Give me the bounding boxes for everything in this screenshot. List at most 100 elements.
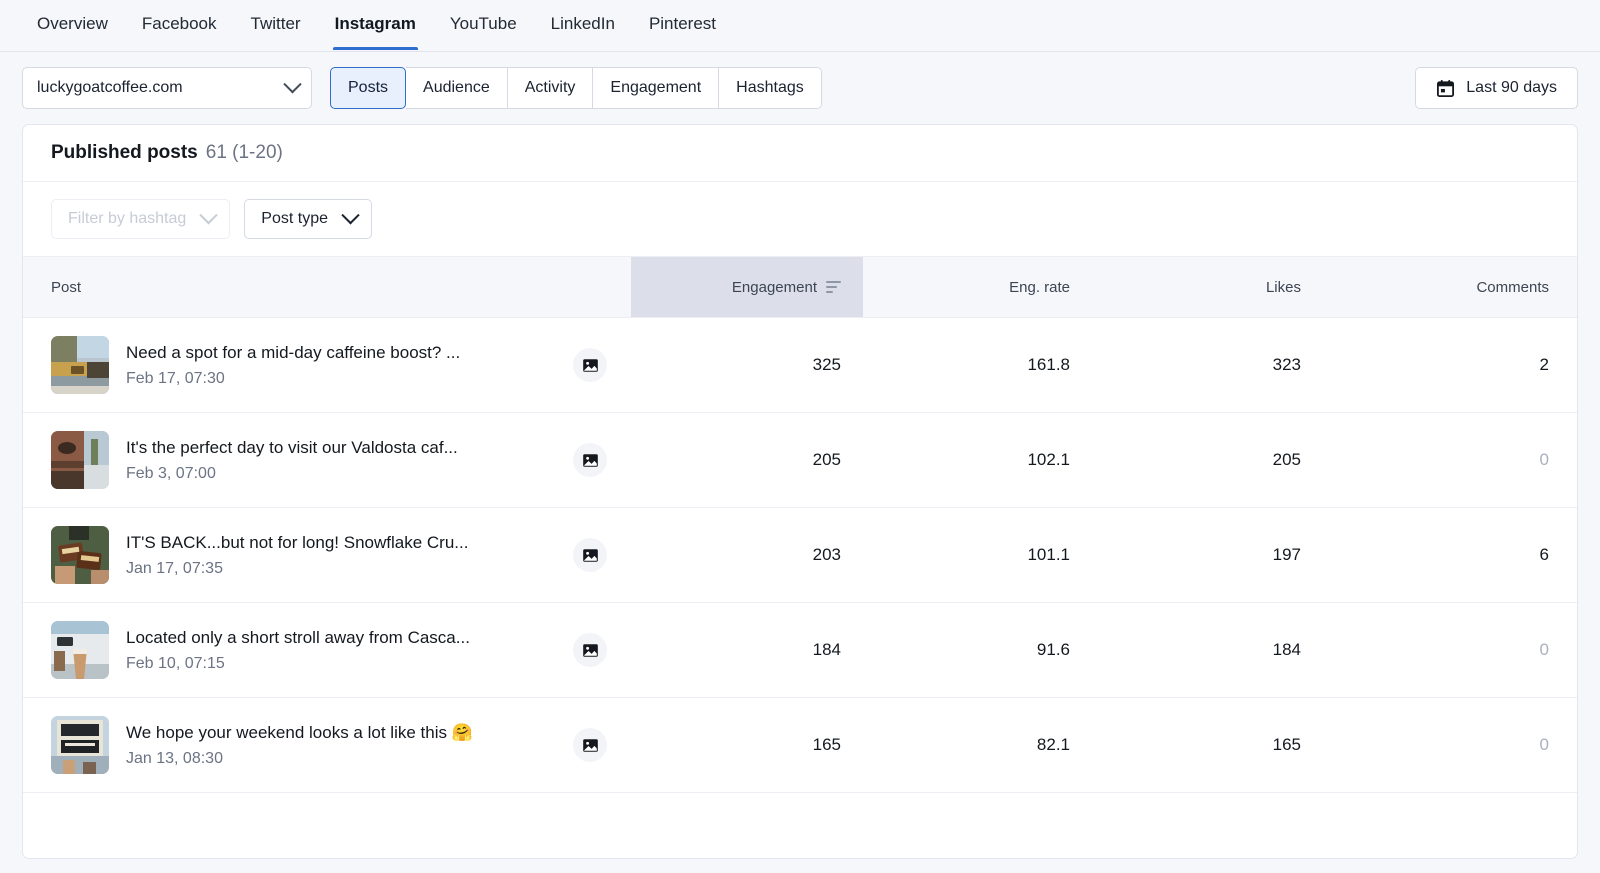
post-title[interactable]: IT'S BACK...but not for long! Snowflake … — [126, 533, 556, 553]
column-header-engagement[interactable]: Engagement — [631, 257, 863, 317]
table-row[interactable]: It's the perfect day to visit our Valdos… — [23, 413, 1577, 508]
eng-rate-value: 102.1 — [1027, 450, 1070, 469]
comments-zero: 0 — [1539, 450, 1549, 469]
sort-descending-icon — [826, 280, 841, 294]
calendar-icon — [1437, 79, 1455, 97]
thumbnail-image — [51, 336, 109, 394]
comments-zero: 0 — [1539, 640, 1549, 659]
column-header-engagement-label: Engagement — [731, 278, 817, 296]
posts-count: 61 (1-20) — [205, 142, 283, 163]
comments-value: 6 — [1539, 545, 1549, 564]
post-thumbnail[interactable] — [51, 336, 109, 394]
column-header-eng-rate[interactable]: Eng. rate — [863, 257, 1093, 317]
comments-value: 2 — [1539, 355, 1549, 374]
report-section-tabs: Posts Audience Activity Engagement Hasht… — [330, 67, 822, 109]
domain-selector-value: luckygoatcoffee.com — [37, 79, 183, 96]
chevron-down-icon — [199, 205, 218, 224]
likes-value: 197 — [1272, 545, 1301, 564]
filter-by-hashtag-label: Filter by hashtag — [68, 210, 187, 227]
eng-rate-value: 161.8 — [1027, 355, 1070, 374]
chevron-down-icon — [283, 74, 302, 93]
nav-tab-twitter[interactable]: Twitter — [234, 0, 318, 50]
tab-posts[interactable]: Posts — [330, 67, 407, 109]
post-thumbnail[interactable] — [51, 716, 109, 774]
likes-value: 165 — [1272, 735, 1301, 754]
domain-selector[interactable]: luckygoatcoffee.com — [22, 67, 312, 109]
tab-hashtags[interactable]: Hashtags — [719, 67, 822, 109]
column-header-comments[interactable]: Comments — [1323, 257, 1577, 317]
post-date: Feb 3, 07:00 — [126, 464, 216, 482]
table-header: Post Engagement Eng. rate Likes Comments — [23, 256, 1577, 318]
post-date: Feb 10, 07:15 — [126, 654, 225, 672]
eng-rate-value: 91.6 — [1036, 640, 1070, 659]
post-title[interactable]: We hope your weekend looks a lot like th… — [126, 723, 556, 743]
tab-audience[interactable]: Audience — [406, 67, 508, 109]
post-thumbnail[interactable] — [51, 431, 109, 489]
post-thumbnail[interactable] — [51, 621, 109, 679]
post-title[interactable]: Located only a short stroll away from Ca… — [126, 628, 556, 648]
filter-by-hashtag-dropdown[interactable]: Filter by hashtag — [51, 199, 231, 239]
eng-rate-value: 101.1 — [1027, 545, 1070, 564]
post-meta: Need a spot for a mid-day caffeine boost… — [126, 343, 556, 388]
comments-zero: 0 — [1539, 735, 1549, 754]
date-range-picker[interactable]: Last 90 days — [1415, 67, 1578, 109]
table-row[interactable]: Located only a short stroll away from Ca… — [23, 603, 1577, 698]
post-date: Jan 17, 07:35 — [126, 559, 223, 577]
table-row[interactable]: IT'S BACK...but not for long! Snowflake … — [23, 508, 1577, 603]
post-meta: We hope your weekend looks a lot like th… — [126, 723, 556, 768]
image-icon — [582, 548, 598, 562]
post-type-label: Post type — [261, 210, 328, 227]
nav-tab-pinterest[interactable]: Pinterest — [632, 0, 733, 50]
post-date: Jan 13, 08:30 — [126, 749, 223, 767]
engagement-value: 184 — [812, 640, 841, 659]
post-thumbnail[interactable] — [51, 526, 109, 584]
post-type-badge — [573, 633, 607, 667]
published-posts-card: Published posts 61 (1-20) Filter by hash… — [22, 124, 1578, 859]
image-icon — [582, 738, 598, 752]
chevron-down-icon — [341, 205, 360, 224]
post-type-dropdown[interactable]: Post type — [244, 199, 372, 239]
nav-tab-linkedin[interactable]: LinkedIn — [534, 0, 632, 50]
post-title[interactable]: It's the perfect day to visit our Valdos… — [126, 438, 556, 458]
likes-value: 184 — [1272, 640, 1301, 659]
table-row[interactable]: We hope your weekend looks a lot like th… — [23, 698, 1577, 793]
post-cell: It's the perfect day to visit our Valdos… — [23, 431, 631, 489]
table-row[interactable]: Need a spot for a mid-day caffeine boost… — [23, 318, 1577, 413]
nav-tab-facebook[interactable]: Facebook — [125, 0, 234, 50]
post-meta: It's the perfect day to visit our Valdos… — [126, 438, 556, 483]
post-type-badge — [573, 538, 607, 572]
post-date: Feb 17, 07:30 — [126, 369, 225, 387]
tab-engagement[interactable]: Engagement — [593, 67, 720, 109]
post-type-badge — [573, 728, 607, 762]
thumbnail-image — [51, 621, 109, 679]
nav-tab-youtube[interactable]: YouTube — [433, 0, 534, 50]
engagement-value: 165 — [812, 735, 841, 754]
thumbnail-image — [51, 716, 109, 774]
post-cell: Located only a short stroll away from Ca… — [23, 621, 631, 679]
comments-value: 0 — [1323, 735, 1577, 755]
post-meta: Located only a short stroll away from Ca… — [126, 628, 556, 673]
nav-tab-overview[interactable]: Overview — [20, 0, 125, 50]
card-header: Published posts 61 (1-20) — [23, 125, 1577, 182]
nav-tab-instagram[interactable]: Instagram — [318, 0, 433, 50]
thumbnail-image — [51, 431, 109, 489]
column-header-likes[interactable]: Likes — [1093, 257, 1323, 317]
instagram-posts-page: Overview Facebook Twitter Instagram YouT… — [0, 0, 1600, 873]
eng-rate-value: 82.1 — [1036, 735, 1070, 754]
image-icon — [582, 643, 598, 657]
table-filters: Filter by hashtag Post type — [23, 182, 1577, 256]
column-header-post[interactable]: Post — [23, 257, 631, 317]
page-title: Published posts — [51, 142, 198, 163]
post-cell: We hope your weekend looks a lot like th… — [23, 716, 631, 774]
date-range-label: Last 90 days — [1466, 79, 1557, 96]
image-icon — [582, 358, 598, 372]
comments-value: 0 — [1323, 640, 1577, 660]
filters-toolbar: luckygoatcoffee.com Posts Audience Activ… — [0, 52, 1600, 124]
post-title[interactable]: Need a spot for a mid-day caffeine boost… — [126, 343, 556, 363]
post-meta: IT'S BACK...but not for long! Snowflake … — [126, 533, 556, 578]
post-cell: IT'S BACK...but not for long! Snowflake … — [23, 526, 631, 584]
image-icon — [582, 453, 598, 467]
comments-value: 0 — [1323, 450, 1577, 470]
post-type-badge — [573, 443, 607, 477]
tab-activity[interactable]: Activity — [507, 67, 594, 109]
